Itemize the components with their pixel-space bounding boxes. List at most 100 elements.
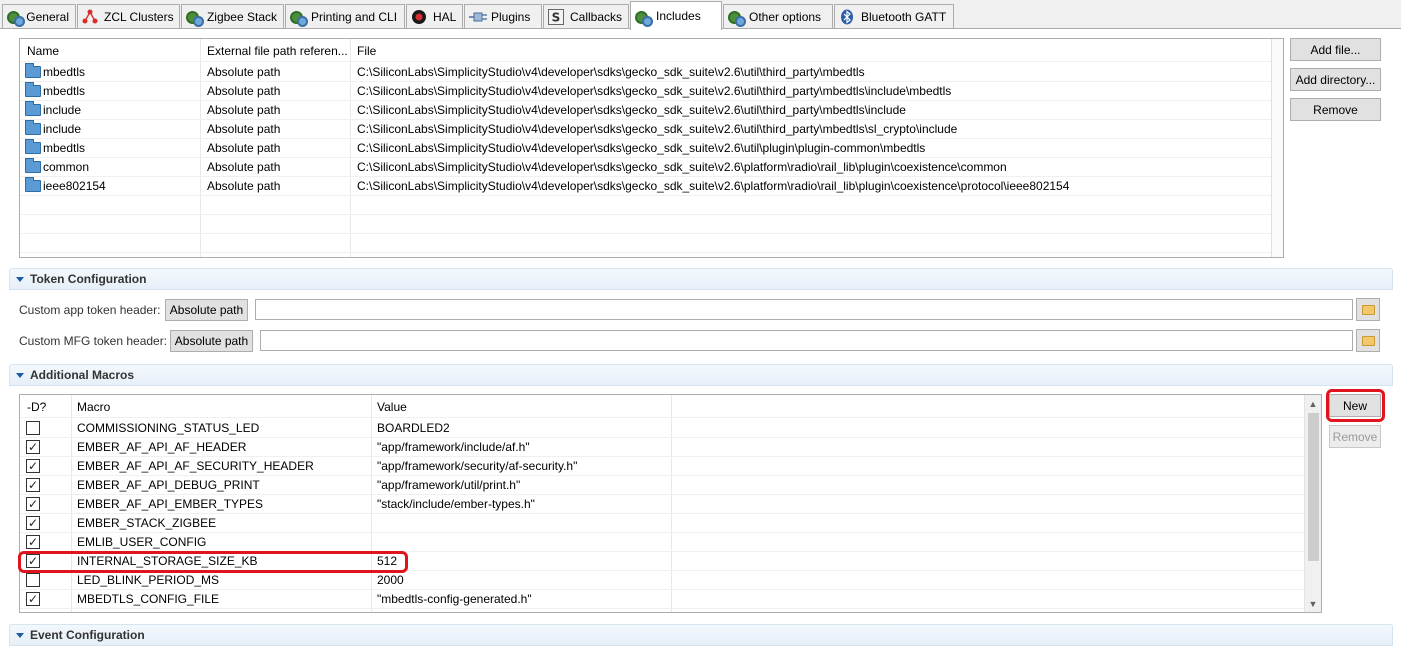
table-row[interactable]: common Absolute path C:\SiliconLabs\Simpli… (20, 158, 1272, 177)
scroll-up-icon[interactable]: ▲ (1305, 395, 1321, 412)
macro-value-cell[interactable]: BOARDLED2 (377, 419, 667, 438)
table-row[interactable]: ✓ EMBER_AF_API_DEBUG_PRINT "app/framework/… (20, 476, 1305, 495)
open-folder-icon (1361, 335, 1375, 346)
tab-bar: General ZCL Clusters Zigbee Stack Printi… (0, 0, 1401, 30)
define-checkbox[interactable]: ✓ (26, 516, 40, 530)
macro-value-cell[interactable]: 512 (377, 552, 667, 571)
macro-value-cell[interactable]: "app/framework/security/af-security.h" (377, 457, 667, 476)
macro-value-cell[interactable]: "mbedtls-config-generated.h" (377, 590, 667, 609)
table-row[interactable]: ✓ INTERNAL_STORAGE_SIZE_KB 512 (20, 552, 1305, 571)
table-row[interactable]: ✓ EMBER_AF_API_AF_SECURITY_HEADER "app/fra… (20, 457, 1305, 476)
table-row[interactable]: ✓ EMLIB_USER_CONFIG (20, 533, 1305, 552)
browse-app-token-button[interactable] (1356, 298, 1380, 321)
table-row[interactable]: ✓ EMBER_AF_API_AF_HEADER "app/framework/in… (20, 438, 1305, 457)
tab-plugins[interactable]: Plugins (464, 4, 542, 28)
tab-printing-and-cli[interactable]: Printing and CLI (285, 4, 405, 28)
include-type-cell: Absolute path (207, 179, 281, 193)
tab-includes[interactable]: Includes (630, 1, 722, 30)
column-header-name[interactable]: Name (27, 41, 59, 62)
new-macro-button[interactable]: New (1329, 394, 1381, 417)
table-row[interactable]: mbedtls Absolute path C:\SiliconLabs\Simpl… (20, 139, 1272, 158)
macro-name-cell: EMBER_AF_API_EMBER_TYPES (77, 497, 264, 511)
table-row[interactable]: ✓ EMBER_STACK_ZIGBEE (20, 514, 1305, 533)
folder-icon (25, 101, 41, 116)
table-row[interactable]: ieee802154 Absolute path C:\SiliconLabs\Si… (20, 177, 1272, 196)
plugin-icon (469, 9, 487, 25)
macros-table[interactable]: -D? Macro Value COMMISSIONING_STATUS_LED… (19, 394, 1322, 613)
browse-mfg-token-button[interactable] (1356, 329, 1380, 352)
table-header: -D? Macro Value (20, 397, 1305, 418)
tab-general[interactable]: General (2, 4, 76, 28)
includes-table[interactable]: Name External file path referen... File … (19, 38, 1284, 258)
column-header-macro[interactable]: Macro (77, 397, 110, 418)
event-configuration-header[interactable]: Event Configuration (9, 624, 1393, 646)
define-checkbox[interactable]: ✓ (26, 554, 40, 568)
tab-zigbee-stack[interactable]: Zigbee Stack (181, 4, 284, 28)
define-checkbox[interactable]: ✓ (26, 440, 40, 454)
define-checkbox[interactable] (26, 421, 40, 435)
macro-value-cell[interactable]: "stack/include/ember-types.h" (377, 495, 667, 514)
column-header-value[interactable]: Value (377, 397, 407, 418)
gear-icon (7, 9, 26, 27)
remove-macro-button[interactable]: Remove (1329, 425, 1381, 448)
macros-scrollbar[interactable]: ▲ ▼ (1304, 395, 1321, 612)
cluster-icon (82, 9, 98, 25)
include-name-cell: common (25, 158, 197, 177)
tab-other-options[interactable]: Other options (723, 4, 833, 28)
table-row[interactable]: ✓ MBEDTLS_CONFIG_FILE "mbedtls-config-gene… (20, 590, 1305, 609)
macro-name-cell: EMBER_STACK_ZIGBEE (77, 516, 217, 530)
macro-name-cell: COMMISSIONING_STATUS_LED (77, 421, 260, 435)
tab-callbacks[interactable]: S Callbacks (543, 4, 629, 28)
add-file-button[interactable]: Add file... (1290, 38, 1381, 61)
define-checkbox[interactable]: ✓ (26, 497, 40, 511)
define-checkbox[interactable]: ✓ (26, 535, 40, 549)
macro-value-cell[interactable]: "app/framework/util/print.h" (377, 476, 667, 495)
table-row[interactable]: COMMISSIONING_STATUS_LED BOARDLED2 (20, 419, 1305, 438)
add-directory-button[interactable]: Add directory... (1290, 68, 1381, 91)
tab-zcl-clusters[interactable]: ZCL Clusters (77, 4, 180, 28)
include-file-cell: C:\SiliconLabs\SimplicityStudio\v4\devel… (357, 103, 906, 117)
collapse-triangle-icon (16, 276, 24, 282)
macro-value-cell[interactable]: 2000 (377, 571, 667, 590)
custom-app-token-input[interactable] (255, 299, 1353, 320)
tab-hal[interactable]: HAL (406, 4, 463, 28)
include-type-cell: Absolute path (207, 141, 281, 155)
include-name-cell: mbedtls (25, 139, 197, 158)
table-row[interactable]: ✓ EMBER_AF_API_EMBER_TYPES "stack/include/… (20, 495, 1305, 514)
gear-icon (290, 9, 308, 27)
macro-name-cell: LED_BLINK_PERIOD_MS (77, 573, 220, 587)
scroll-thumb[interactable] (1308, 413, 1319, 561)
table-row[interactable]: mbedtls Absolute path C:\SiliconLabs\Simpl… (20, 63, 1272, 82)
gear-icon (728, 9, 746, 27)
gear-icon (186, 9, 204, 27)
include-name-cell: ieee802154 (25, 177, 197, 196)
empty-table-row (20, 215, 1272, 234)
hal-icon (411, 9, 427, 25)
column-header-type[interactable]: External file path referen... (207, 41, 347, 62)
tab-bluetooth-gatt[interactable]: Bluetooth GATT (834, 4, 954, 28)
table-row[interactable]: include Absolute path C:\SiliconLabs\Simpl… (20, 120, 1272, 139)
token-configuration-header[interactable]: Token Configuration (9, 268, 1393, 290)
scroll-down-icon[interactable]: ▼ (1305, 595, 1321, 612)
custom-mfg-token-input[interactable] (260, 330, 1353, 351)
define-checkbox[interactable] (26, 573, 40, 587)
column-header-define[interactable]: -D? (27, 397, 46, 418)
additional-macros-header[interactable]: Additional Macros (9, 364, 1393, 386)
macro-value-cell[interactable] (377, 533, 667, 552)
column-header-file[interactable]: File (357, 41, 376, 62)
table-scrollbar[interactable] (1271, 39, 1283, 257)
table-row[interactable]: mbedtls Absolute path C:\SiliconLabs\Simpl… (20, 82, 1272, 101)
remove-file-button[interactable]: Remove (1290, 98, 1381, 121)
include-name-cell: include (25, 101, 197, 120)
app-token-absolute-path-button[interactable]: Absolute path (165, 299, 248, 321)
define-checkbox[interactable]: ✓ (26, 459, 40, 473)
table-row[interactable]: LED_BLINK_PERIOD_MS 2000 (20, 571, 1305, 590)
macro-value-cell[interactable] (377, 514, 667, 533)
macro-value-cell[interactable]: "app/framework/include/af.h" (377, 438, 667, 457)
define-checkbox[interactable]: ✓ (26, 478, 40, 492)
empty-table-row (20, 196, 1272, 215)
mfg-token-absolute-path-button[interactable]: Absolute path (170, 330, 253, 352)
include-type-cell: Absolute path (207, 160, 281, 174)
table-row[interactable]: include Absolute path C:\SiliconLabs\Simpl… (20, 101, 1272, 120)
define-checkbox[interactable]: ✓ (26, 592, 40, 606)
